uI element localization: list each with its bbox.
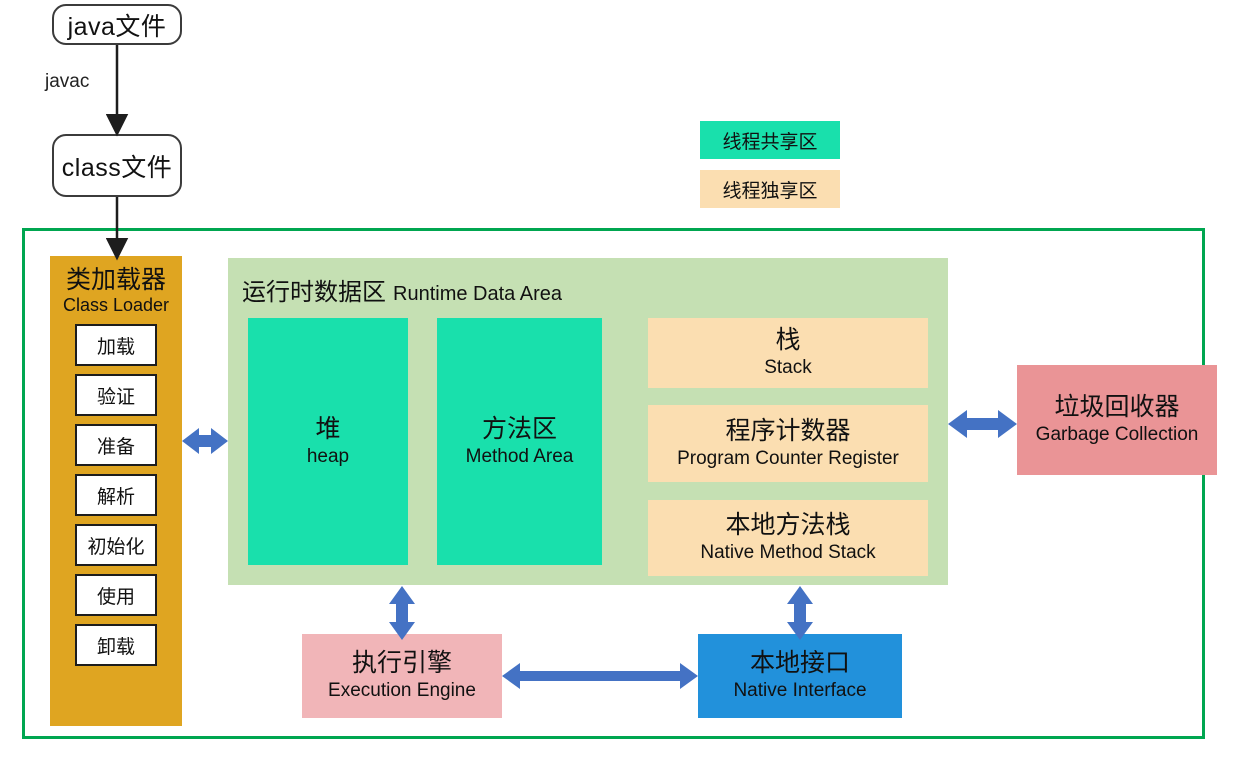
javac-label: javac — [45, 71, 90, 92]
native-method-stack-region: 本地方法栈 Native Method Stack — [648, 500, 928, 576]
class-loader-panel: 类加载器 Class Loader 加载 验证 准备 解析 初始化 使用 卸载 — [50, 256, 182, 726]
execution-engine-box: 执行引擎 Execution Engine — [302, 634, 502, 718]
class-loader-title-en: Class Loader — [62, 294, 170, 315]
legend-thread-private: 线程独享区 — [700, 170, 840, 208]
stack-label-cn: 栈 — [775, 326, 801, 355]
program-counter-label-en: Program Counter Register — [677, 447, 899, 469]
garbage-collector-box: 垃圾回收器 Garbage Collection — [1017, 365, 1217, 475]
class-loader-step-unloading[interactable]: 卸载 — [75, 624, 157, 667]
heap-region: 堆 heap — [248, 318, 408, 565]
heap-label-cn: 堆 — [315, 414, 341, 443]
runtime-data-area-title-cn: 运行时数据区 — [242, 279, 386, 306]
heap-label-en: heap — [306, 445, 350, 467]
execution-engine-label-cn: 执行引擎 — [351, 649, 452, 678]
program-counter-region: 程序计数器 Program Counter Register — [648, 405, 928, 482]
runtime-data-area-title: 运行时数据区 Runtime Data Area — [242, 272, 562, 307]
stack-region: 栈 Stack — [648, 318, 928, 388]
garbage-collector-label-en: Garbage Collection — [1035, 424, 1199, 446]
class-loader-step-preparation[interactable]: 准备 — [75, 424, 157, 467]
native-interface-box: 本地接口 Native Interface — [698, 634, 902, 718]
java-file-label: java文件 — [67, 12, 167, 41]
java-file-node: java文件 — [52, 4, 182, 45]
garbage-collector-label-cn: 垃圾回收器 — [1054, 393, 1180, 422]
execution-engine-label-en: Execution Engine — [328, 680, 476, 702]
class-loader-step-initialization[interactable]: 初始化 — [75, 524, 157, 567]
class-file-label: class文件 — [61, 153, 173, 182]
class-loader-step-loading[interactable]: 加载 — [75, 324, 157, 367]
class-loader-step-using[interactable]: 使用 — [75, 574, 157, 617]
native-interface-label-en: Native Interface — [733, 680, 867, 702]
native-interface-label-cn: 本地接口 — [749, 649, 850, 678]
legend-thread-private-label: 线程独享区 — [722, 180, 818, 202]
class-loader-title-cn: 类加载器 — [65, 266, 166, 294]
native-method-stack-label-cn: 本地方法栈 — [725, 511, 851, 540]
runtime-data-area-title-en: Runtime Data Area — [393, 283, 562, 305]
method-area-region: 方法区 Method Area — [437, 318, 602, 565]
legend-thread-shared-label: 线程共享区 — [722, 131, 818, 153]
class-loader-step-resolution[interactable]: 解析 — [75, 474, 157, 517]
class-loader-step-verification[interactable]: 验证 — [75, 374, 157, 417]
jvm-architecture-diagram: java文件 javac class文件 线程共享区 线程独享区 类加载器 Cl… — [0, 0, 1257, 762]
legend-thread-shared: 线程共享区 — [700, 121, 840, 159]
method-area-label-en: Method Area — [465, 445, 574, 467]
method-area-label-cn: 方法区 — [481, 414, 557, 443]
stack-label-en: Stack — [764, 357, 812, 379]
program-counter-label-cn: 程序计数器 — [725, 416, 851, 445]
native-method-stack-label-en: Native Method Stack — [700, 542, 876, 564]
class-file-node: class文件 — [52, 134, 182, 197]
